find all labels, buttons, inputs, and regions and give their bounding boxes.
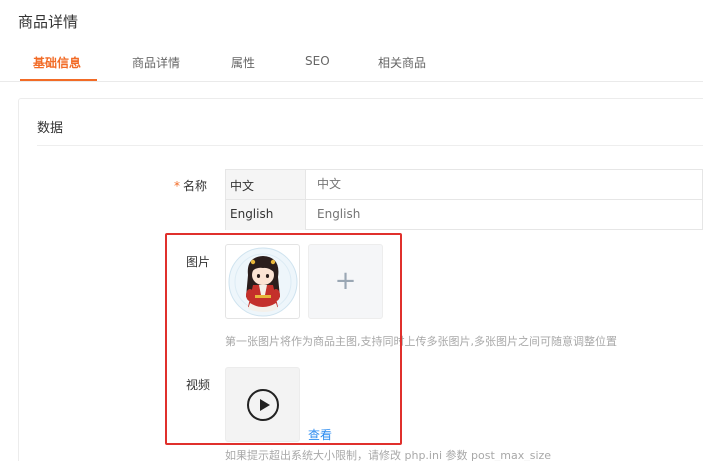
lang-cell-en: English bbox=[226, 200, 306, 230]
video-hint: 如果提示超出系统大小限制，请修改 php.ini 参数 post_max_siz… bbox=[225, 449, 552, 461]
name-row-en: English bbox=[226, 200, 703, 230]
tab-product-details[interactable]: 商品详情 bbox=[132, 54, 180, 71]
images-label: 图片 bbox=[186, 255, 211, 269]
tab-seo[interactable]: SEO bbox=[305, 54, 330, 68]
active-tab-indicator bbox=[20, 79, 97, 81]
view-video-link[interactable]: 查看 bbox=[308, 426, 332, 443]
name-row-zh: 中文 bbox=[226, 170, 703, 200]
lang-cell-zh: 中文 bbox=[226, 170, 306, 199]
tab-bar: 基础信息 商品详情 属性 SEO 相关商品 bbox=[0, 44, 703, 82]
play-icon bbox=[247, 389, 279, 421]
tab-related-products[interactable]: 相关商品 bbox=[378, 54, 426, 71]
images-hint: 第一张图片将作为商品主图,支持同时上传多张图片,多张图片之间可随意调整位置 bbox=[225, 335, 617, 348]
product-image-thumbnail[interactable] bbox=[225, 244, 300, 319]
video-label: 视频 bbox=[186, 378, 211, 392]
required-mark: * bbox=[174, 179, 180, 193]
name-input-zh[interactable] bbox=[317, 177, 697, 191]
tab-attributes[interactable]: 属性 bbox=[231, 54, 255, 71]
section-title: 数据 bbox=[37, 121, 64, 136]
video-upload-box[interactable] bbox=[225, 367, 300, 442]
plus-icon: + bbox=[334, 266, 357, 296]
name-input-en[interactable] bbox=[317, 207, 697, 221]
add-image-button[interactable]: + bbox=[308, 244, 383, 319]
section-divider bbox=[37, 145, 703, 146]
tab-basic-info[interactable]: 基础信息 bbox=[33, 54, 81, 71]
anime-character-image bbox=[228, 247, 298, 317]
page-title: 商品详情 bbox=[18, 13, 79, 31]
name-label: * 名称 bbox=[174, 177, 207, 194]
name-label-text: 名称 bbox=[183, 179, 208, 193]
name-multilang-table: 中文 English bbox=[225, 169, 703, 230]
